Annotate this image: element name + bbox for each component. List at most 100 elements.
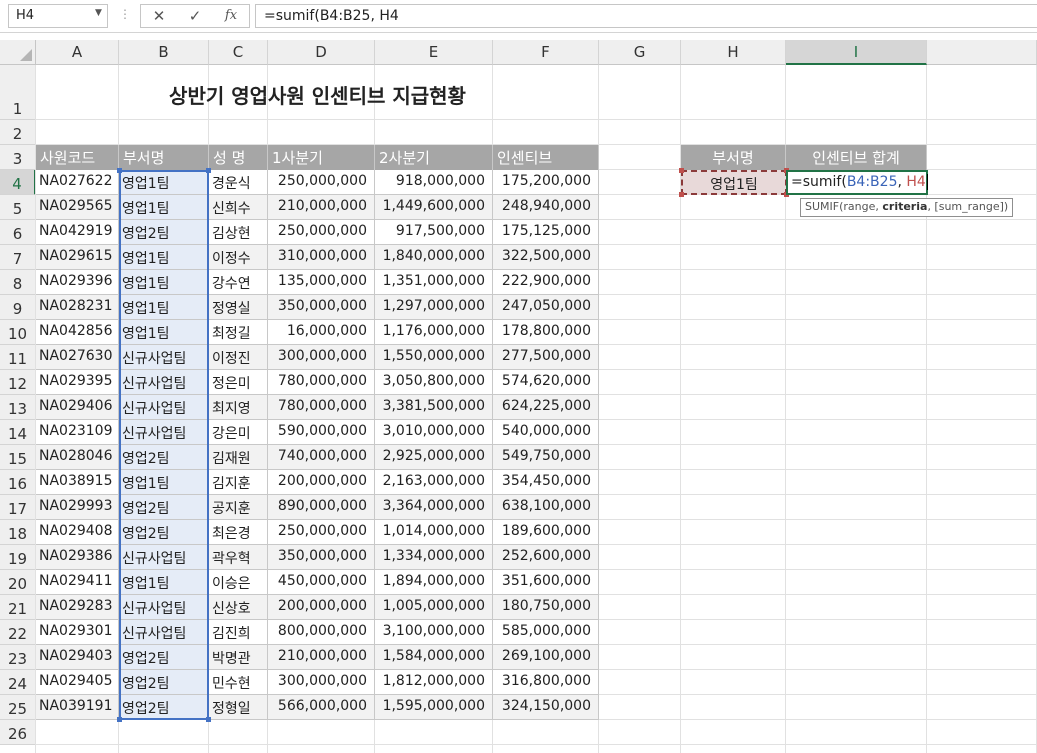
cell-q1[interactable]: 250,000,000 [268,520,375,545]
row-header-22[interactable]: 22 [0,620,36,645]
cell-q2[interactable]: 2,925,000,000 [375,445,493,470]
row-header-10[interactable]: 10 [0,320,36,345]
column-header-e[interactable]: E [375,40,493,65]
row-header-18[interactable]: 18 [0,520,36,545]
row-header-17[interactable]: 17 [0,495,36,520]
cell-employee-code[interactable]: NA027622 [36,170,119,195]
cell-q2[interactable]: 1,812,000,000 [375,670,493,695]
cell-q1[interactable]: 566,000,000 [268,695,375,720]
spreadsheet-grid[interactable]: ABCDEFGHI 1 2 3 4 5 6 7 8 9 10 11 12 13 14 15 16 17 18 19 2… [0,40,1037,753]
row-header-21[interactable]: 21 [0,595,36,620]
cell-q1[interactable]: 590,000,000 [268,420,375,445]
row-header-1[interactable]: 1 [0,65,36,120]
cell-incentive[interactable]: 549,750,000 [493,445,599,470]
cell-q1[interactable]: 740,000,000 [268,445,375,470]
cell-q2[interactable]: 1,584,000,000 [375,645,493,670]
row-header-6[interactable]: 6 [0,220,36,245]
criteria-handle[interactable] [679,192,684,197]
cell-q2[interactable]: 1,176,000,000 [375,320,493,345]
cell-incentive[interactable]: 354,450,000 [493,470,599,495]
column-header-h[interactable]: H [681,40,786,65]
cell-incentive[interactable]: 324,150,000 [493,695,599,720]
cell-department[interactable]: 영업2팀 [119,445,209,470]
cell-incentive[interactable]: 247,050,000 [493,295,599,320]
cell-incentive[interactable]: 252,600,000 [493,545,599,570]
cell-employee-code[interactable]: NA029396 [36,270,119,295]
cell-name[interactable]: 민수현 [209,670,268,695]
cell-q1[interactable]: 300,000,000 [268,670,375,695]
select-all-button[interactable] [0,40,36,65]
row-header-19[interactable]: 19 [0,545,36,570]
cell-employee-code[interactable]: NA029565 [36,195,119,220]
cell-employee-code[interactable]: NA042856 [36,320,119,345]
cell-q2[interactable]: 918,000,000 [375,170,493,195]
cell-q1[interactable]: 890,000,000 [268,495,375,520]
row-header-4[interactable]: 4 [0,170,36,195]
cell-q2[interactable]: 1,014,000,000 [375,520,493,545]
cell-name[interactable]: 박명관 [209,645,268,670]
cell-incentive[interactable]: 540,000,000 [493,420,599,445]
row-header-15[interactable]: 15 [0,445,36,470]
cell-incentive[interactable]: 624,225,000 [493,395,599,420]
row-header-14[interactable]: 14 [0,420,36,445]
cell-q2[interactable]: 1,894,000,000 [375,570,493,595]
cell-employee-code[interactable]: NA023109 [36,420,119,445]
criteria-cell-h4[interactable]: 영업1팀 [679,168,789,197]
cell-incentive[interactable]: 175,125,000 [493,220,599,245]
cell-name[interactable]: 이승은 [209,570,268,595]
cell-employee-code[interactable]: NA029406 [36,395,119,420]
cell-employee-code[interactable]: NA029386 [36,545,119,570]
cell-q2[interactable]: 1,005,000,000 [375,595,493,620]
row-header-9[interactable]: 9 [0,295,36,320]
header-name[interactable]: 성 명 [209,145,268,170]
cell-q2[interactable]: 3,010,000,000 [375,420,493,445]
cell-incentive[interactable]: 322,500,000 [493,245,599,270]
cell-department[interactable]: 영업2팀 [119,670,209,695]
cell-department[interactable]: 신규사업팀 [119,370,209,395]
cell-incentive[interactable]: 175,200,000 [493,170,599,195]
enter-icon[interactable]: ✓ [185,7,205,25]
column-header-b[interactable]: B [119,40,209,65]
cell-department[interactable]: 영업1팀 [119,245,209,270]
cell-incentive[interactable]: 351,600,000 [493,570,599,595]
cell-name[interactable]: 공지훈 [209,495,268,520]
cell-employee-code[interactable]: NA029301 [36,620,119,645]
header-employee-code[interactable]: 사원코드 [36,145,119,170]
cell-incentive[interactable]: 222,900,000 [493,270,599,295]
cell-name[interactable]: 김재원 [209,445,268,470]
cell-name[interactable]: 강수연 [209,270,268,295]
sheet-title[interactable]: 상반기 영업사원 인센티브 지급현황 [36,65,599,120]
cell-department[interactable]: 신규사업팀 [119,395,209,420]
row-header-12[interactable]: 12 [0,370,36,395]
cell-q1[interactable]: 780,000,000 [268,370,375,395]
row-header-24[interactable]: 24 [0,670,36,695]
cell-employee-code[interactable]: NA028046 [36,445,119,470]
cell-department[interactable]: 영업2팀 [119,495,209,520]
cell-employee-code[interactable]: NA042919 [36,220,119,245]
cell-department[interactable]: 영업2팀 [119,220,209,245]
row-header-3[interactable]: 3 [0,145,36,170]
cell-employee-code[interactable]: NA029403 [36,645,119,670]
cell-department[interactable]: 영업2팀 [119,645,209,670]
chevron-down-icon[interactable]: ▼ [95,8,102,18]
cell-department[interactable]: 영업2팀 [119,520,209,545]
cell-q2[interactable]: 1,449,600,000 [375,195,493,220]
row-header-11[interactable]: 11 [0,345,36,370]
cell-q2[interactable]: 1,351,000,000 [375,270,493,295]
column-header-f[interactable]: F [493,40,599,65]
cell-employee-code[interactable]: NA029405 [36,670,119,695]
cell-name[interactable]: 최지영 [209,395,268,420]
header-incentive[interactable]: 인센티브 [493,145,599,170]
cell-incentive[interactable]: 180,750,000 [493,595,599,620]
cell-department[interactable]: 영업1팀 [119,470,209,495]
row-header-23[interactable]: 23 [0,645,36,670]
cell-name[interactable]: 정형일 [209,695,268,720]
cell-q2[interactable]: 3,050,800,000 [375,370,493,395]
cell-incentive[interactable]: 585,000,000 [493,620,599,645]
cell-incentive[interactable]: 277,500,000 [493,345,599,370]
cell-department[interactable]: 신규사업팀 [119,545,209,570]
cell-q2[interactable]: 3,364,000,000 [375,495,493,520]
column-header-d[interactable]: D [268,40,375,65]
row-header-5[interactable]: 5 [0,195,36,220]
cell-incentive[interactable]: 189,600,000 [493,520,599,545]
